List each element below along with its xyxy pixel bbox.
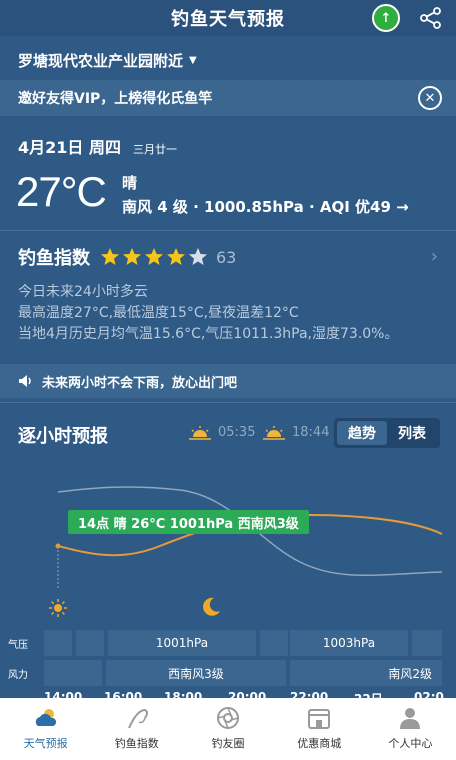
date-row: 4月21日 周四 三月廿一 — [18, 134, 177, 158]
fishing-rod-icon — [127, 708, 148, 729]
nav-label: 个人中心 — [388, 737, 433, 750]
temperature-point — [55, 543, 61, 549]
sunset-time: 18:44 — [292, 424, 330, 440]
sunrise-icon — [189, 426, 211, 440]
pressure-cell — [76, 630, 104, 656]
fishing-index-header: 钓鱼指数 63 — [18, 244, 236, 270]
nav-shop[interactable]: 优惠商城 — [274, 698, 365, 760]
close-icon[interactable]: ✕ — [418, 86, 442, 110]
nav-label: 钓鱼指数 — [114, 737, 159, 750]
fishing-description: 今日未来24小时多云 最高温度27°C,最低温度15°C,昼夜温差12°C 当地… — [18, 282, 398, 345]
camera-aperture-icon — [217, 707, 239, 729]
hourly-title: 逐小时预报 — [18, 426, 108, 447]
weather-condition: 晴 — [122, 174, 138, 192]
pressure-cell — [412, 630, 442, 656]
nav-profile[interactable]: 个人中心 — [365, 698, 456, 760]
weather-icon — [35, 709, 56, 726]
nav-anglers-circle[interactable]: 钓友圈 — [182, 698, 273, 760]
notice-text: 未来两小时不会下雨，放心出门吧 — [42, 375, 238, 391]
promo-banner[interactable]: 邀好友得VIP，上榜得化氏鱼竿 ✕ — [0, 80, 456, 116]
chevron-right-icon: › — [430, 246, 438, 267]
star-filled-icon — [145, 248, 163, 265]
nav-label: 钓友圈 — [211, 737, 245, 750]
pressure-cell — [260, 630, 288, 656]
sunrise-time: 05:35 — [218, 424, 256, 440]
wind-row-label: 风力 — [8, 670, 28, 681]
fishing-index-card[interactable]: 钓鱼指数 63 › 今日未来24小时多云 最高温度27°C,最低温度15°C,昼… — [0, 232, 456, 354]
hourly-trend-chart[interactable] — [0, 462, 456, 622]
sunset: 18:44 — [262, 424, 329, 440]
nav-label: 天气预报 — [23, 737, 68, 750]
user-icon — [400, 708, 421, 729]
rain-notice: 未来两小时不会下雨，放心出门吧 — [0, 364, 456, 398]
chevron-down-icon: ▼ — [189, 54, 197, 66]
star-empty-icon — [189, 248, 207, 265]
fishing-line: 今日未来24小时多云 — [18, 284, 148, 300]
hourly-header: 逐小时预报 05:35 18:44 趋势 列表 — [0, 408, 456, 456]
nav-fishing-index[interactable]: 钓鱼指数 — [91, 698, 182, 760]
share-icon[interactable] — [418, 6, 444, 30]
location-name: 罗塘现代农业产业园附近 — [18, 51, 184, 70]
sunset-icon — [263, 426, 285, 440]
shop-icon — [308, 709, 331, 729]
sunny-icon — [49, 599, 67, 617]
fishing-index-label: 钓鱼指数 — [18, 248, 90, 269]
moon-icon — [203, 597, 220, 616]
bottom-nav: 天气预报 钓鱼指数 钓友圈 优惠商城 个人中心 — [0, 698, 456, 760]
app-title: 钓鱼天气预报 — [171, 9, 285, 30]
wind-cell: 南风2级 — [290, 660, 442, 686]
current-temperature: 27°C — [16, 168, 107, 215]
hour-tooltip: 14点 晴 26°C 1001hPa 西南风3级 — [68, 510, 309, 534]
wind-cell: 西南风3级 — [106, 660, 286, 686]
pressure-cell: 1001hPa — [108, 630, 256, 656]
pressure-row-label: 气压 — [8, 640, 28, 651]
tab-trend[interactable]: 趋势 — [337, 421, 387, 445]
date-text: 4月21日 周四 — [18, 138, 121, 157]
view-toggle: 趋势 列表 — [334, 418, 440, 448]
title-bar: 钓鱼天气预报 ↑ — [0, 0, 456, 36]
pressure-cell — [44, 630, 72, 656]
speaker-icon — [19, 375, 31, 387]
promo-text: 邀好友得VIP，上榜得化氏鱼竿 — [18, 91, 213, 107]
fishing-score: 63 — [216, 247, 237, 267]
vip-badge-icon[interactable]: ↑ — [372, 4, 400, 32]
sunrise: 05:35 — [188, 424, 255, 440]
divider — [0, 402, 456, 403]
lunar-date: 三月廿一 — [132, 143, 177, 156]
divider — [0, 230, 456, 231]
location-selector[interactable]: 罗塘现代农业产业园附近 ▼ — [0, 42, 456, 78]
star-filled-icon — [167, 248, 185, 265]
fishing-line: 当地4月历史月均气温15.6°C,气压1011.3hPa,湿度73.0%。 — [18, 326, 399, 342]
star-rating — [100, 247, 210, 267]
tab-list[interactable]: 列表 — [387, 421, 437, 445]
pressure-cell: 1003hPa — [290, 630, 408, 656]
today-summary: 4月21日 周四 三月廿一 27°C 晴 南风 4 级 · 1000.85hPa… — [0, 120, 456, 230]
app-root: 钓鱼天气预报 ↑ 罗塘现代农业产业园附近 ▼ 邀好友得VIP，上榜得化氏鱼竿 ✕… — [0, 0, 456, 760]
star-filled-icon — [101, 248, 119, 265]
weather-details-link[interactable]: 南风 4 级 · 1000.85hPa · AQI 优49 → — [122, 196, 409, 217]
wind-cell — [44, 660, 102, 686]
nav-weather[interactable]: 天气预报 — [0, 698, 91, 760]
fishing-line: 最高温度27°C,最低温度15°C,昼夜温差12°C — [18, 305, 299, 321]
nav-label: 优惠商城 — [297, 737, 342, 750]
star-filled-icon — [123, 248, 141, 265]
